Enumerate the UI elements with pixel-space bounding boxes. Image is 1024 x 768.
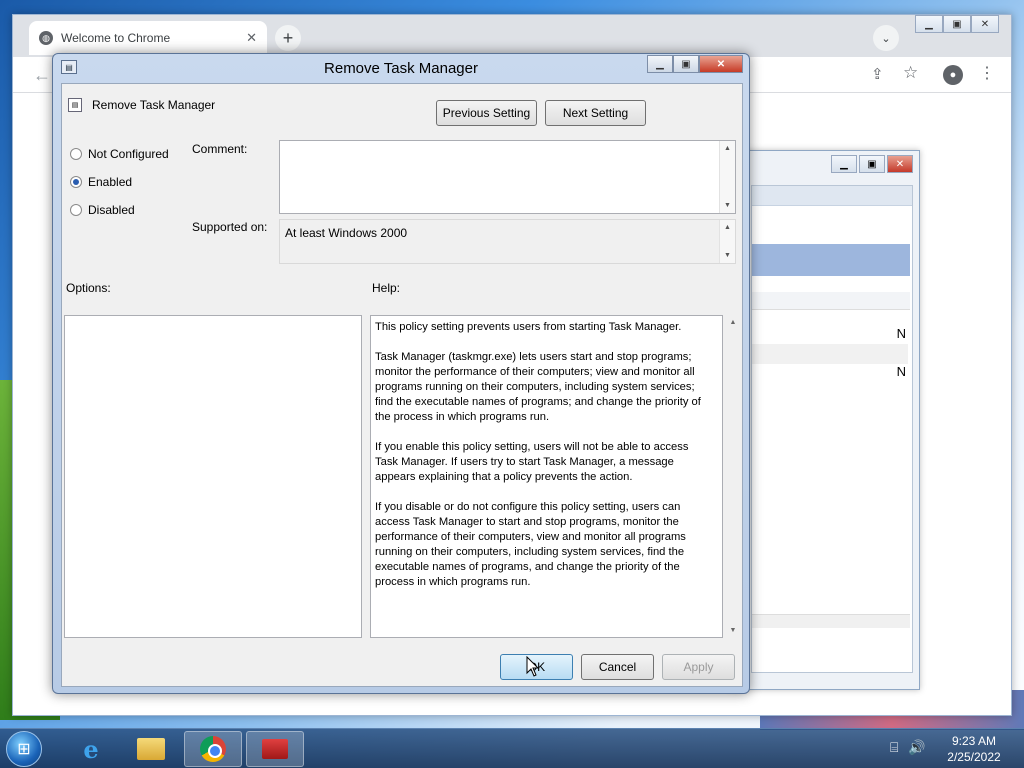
clock-date: 2/25/2022 xyxy=(947,750,1001,764)
help-paragraph: This policy setting prevents users from … xyxy=(375,321,682,333)
clock[interactable]: 9:23 AM 2/25/2022 xyxy=(944,733,1004,765)
taskbar-internet-explorer[interactable]: e xyxy=(62,731,120,767)
tab-title: Welcome to Chrome xyxy=(61,31,171,45)
help-paragraph: If you enable this policy setting, users… xyxy=(375,441,689,483)
policy-dialog: ▤ Remove Task Manager ▁ ▣ ✕ ▤ Remove Tas… xyxy=(52,53,750,694)
dialog-close-icon[interactable]: ✕ xyxy=(699,55,743,73)
gpe-minimize-icon[interactable]: ▁ xyxy=(831,155,857,173)
gpe-window-controls: ▁ ▣ ✕ xyxy=(831,155,913,173)
toolbox-icon xyxy=(262,739,288,759)
dialog-window-controls: ▁ ▣ ✕ xyxy=(647,55,743,73)
help-label: Help: xyxy=(372,281,401,295)
options-panel xyxy=(64,315,362,638)
gpe-header xyxy=(752,186,912,206)
policy-name: Remove Task Manager xyxy=(92,98,216,112)
radio-disabled[interactable]: Disabled xyxy=(70,203,135,217)
back-arrow-icon[interactable]: ← xyxy=(33,65,51,86)
previous-setting-button[interactable]: Previous Setting xyxy=(436,100,537,126)
gpe-close-icon[interactable]: ✕ xyxy=(887,155,913,173)
help-text: This policy setting prevents users from … xyxy=(375,320,702,605)
radio-not-configured[interactable]: Not Configured xyxy=(70,147,169,161)
help-paragraph: If you disable or do not configure this … xyxy=(375,501,686,588)
taskbar-file-explorer[interactable] xyxy=(122,731,180,767)
maximize-icon[interactable]: ▣ xyxy=(943,15,971,33)
radio-indicator[interactable] xyxy=(70,204,82,216)
system-tray: ⌸ 🔊 xyxy=(890,739,926,756)
dialog-minimize-icon[interactable]: ▁ xyxy=(647,55,673,73)
supported-on-value: At least Windows 2000 xyxy=(285,226,408,240)
mouse-cursor-icon xyxy=(526,656,540,677)
comment-scrollbar[interactable]: ▲ ▼ xyxy=(719,141,735,213)
scroll-down-icon[interactable]: ▼ xyxy=(730,627,737,634)
supported-scrollbar[interactable]: ▲ ▼ xyxy=(719,220,735,263)
network-icon[interactable]: ⌸ xyxy=(890,739,898,756)
minimize-icon[interactable]: ▁ xyxy=(915,15,943,33)
scroll-down-icon[interactable]: ▼ xyxy=(724,252,731,259)
radio-indicator[interactable] xyxy=(70,176,82,188)
scroll-up-icon[interactable]: ▲ xyxy=(724,145,731,152)
group-policy-window: ▁ ▣ ✕ N N xyxy=(730,150,920,690)
tab-search-button[interactable]: ⌄ xyxy=(873,25,899,51)
chrome-icon xyxy=(200,736,226,762)
share-icon[interactable]: ⇪ xyxy=(871,65,884,83)
radio-indicator[interactable] xyxy=(70,148,82,160)
gpe-column-header xyxy=(752,292,910,310)
radio-label: Enabled xyxy=(88,175,133,189)
gpe-selected-row[interactable] xyxy=(752,244,910,276)
scroll-up-icon[interactable]: ▲ xyxy=(730,319,737,326)
gpe-content: N N xyxy=(751,185,913,673)
comment-label: Comment: xyxy=(192,142,248,156)
options-label: Options: xyxy=(66,281,111,295)
gpe-horizontal-scrollbar[interactable] xyxy=(752,614,910,628)
menu-icon[interactable]: ⋮ xyxy=(979,63,995,83)
clock-time: 9:23 AM xyxy=(951,734,997,748)
folder-icon xyxy=(137,738,165,760)
close-icon[interactable]: ✕ xyxy=(971,15,999,33)
gpe-row[interactable]: N xyxy=(752,364,908,384)
start-button[interactable]: ⊞ xyxy=(6,731,42,767)
profile-icon[interactable]: ● xyxy=(943,65,963,85)
dialog-title: Remove Task Manager xyxy=(324,60,478,77)
radio-label: Not Configured xyxy=(88,147,169,161)
taskbar-toolbox[interactable] xyxy=(246,731,304,767)
cancel-button[interactable]: Cancel xyxy=(581,654,654,680)
radio-label: Disabled xyxy=(88,203,135,217)
internet-explorer-icon: e xyxy=(83,734,99,764)
dialog-body: ▤ Remove Task Manager Previous Setting N… xyxy=(61,83,743,687)
scroll-down-icon[interactable]: ▼ xyxy=(724,202,731,209)
help-paragraph: Task Manager (taskmgr.exe) lets users st… xyxy=(375,351,701,423)
radio-enabled[interactable]: Enabled xyxy=(70,175,132,189)
globe-icon: ◍ xyxy=(39,31,53,45)
chrome-tab[interactable]: ◍ Welcome to Chrome ✕ xyxy=(29,21,267,55)
taskbar: ⊞ e ⌸ 🔊 9:23 AM 2/25/2022 xyxy=(0,728,1024,768)
taskbar-chrome[interactable] xyxy=(184,731,242,767)
volume-icon[interactable]: 🔊 xyxy=(908,739,925,756)
help-panel: This policy setting prevents users from … xyxy=(370,315,723,638)
dialog-titlebar[interactable]: ▤ Remove Task Manager ▁ ▣ ✕ xyxy=(53,54,749,82)
comment-field[interactable]: ▲ ▼ xyxy=(279,140,736,214)
next-setting-button[interactable]: Next Setting xyxy=(545,100,646,126)
tab-close-icon[interactable]: ✕ xyxy=(246,30,257,46)
chrome-tab-strip: ◍ Welcome to Chrome ✕ + ⌄ ▁ ▣ ✕ xyxy=(13,15,1011,57)
gpe-row[interactable] xyxy=(752,344,908,364)
supported-on-field: At least Windows 2000 ▲ ▼ xyxy=(279,219,736,264)
gpe-maximize-icon[interactable]: ▣ xyxy=(859,155,885,173)
apply-button[interactable]: Apply xyxy=(662,654,735,680)
scroll-up-icon[interactable]: ▲ xyxy=(724,224,731,231)
dialog-maximize-icon[interactable]: ▣ xyxy=(673,55,699,73)
help-scrollbar[interactable]: ▲ ▼ xyxy=(726,315,740,638)
gpe-row[interactable]: N xyxy=(752,326,908,346)
supported-on-label: Supported on: xyxy=(192,220,268,234)
policy-setting-icon: ▤ xyxy=(68,98,82,112)
bookmark-star-icon[interactable]: ☆ xyxy=(903,63,918,83)
new-tab-button[interactable]: + xyxy=(275,25,301,51)
chrome-window-controls: ▁ ▣ ✕ xyxy=(915,15,999,33)
